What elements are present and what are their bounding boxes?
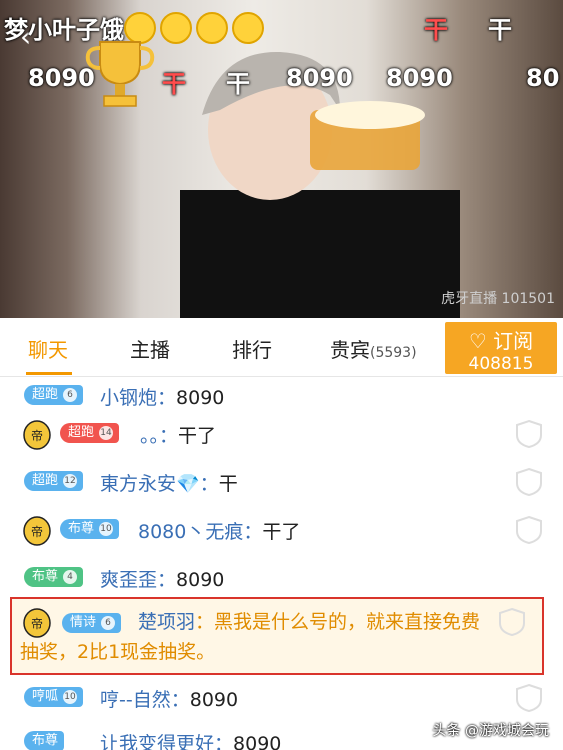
- tab-chat[interactable]: 聊天: [28, 334, 68, 363]
- highlight-line-2: 抽奖，2比1现金抽奖。: [20, 641, 216, 663]
- video-player[interactable]: ‹ 梦小叶子饿 8090 干 干 8090 8090 80 干 干 虎牙直播 1…: [0, 0, 563, 318]
- shield-icon: [516, 683, 542, 713]
- chat-text: 干了: [178, 425, 217, 447]
- chat-username[interactable]: 小钢炮：8090: [100, 383, 224, 410]
- chat-username[interactable]: 東方永安💎：干: [100, 469, 238, 496]
- chat-text: 干了: [262, 521, 301, 543]
- shield-icon: [516, 467, 542, 497]
- chat-username[interactable]: 。。：干了: [140, 421, 216, 448]
- emoji-icon: [160, 12, 192, 44]
- subscriber-count: 408815: [468, 354, 534, 374]
- danmaku: 干: [226, 70, 250, 98]
- noble-badge: 超跑 6: [24, 385, 84, 405]
- tab-ranking[interactable]: 排行: [232, 334, 272, 363]
- tab-vip-label: 贵宾: [330, 338, 370, 362]
- chat-message: 帝 超跑 14 。。：干了: [0, 415, 563, 455]
- chat-message: 超跑 12 東方永安💎：干: [0, 463, 563, 503]
- chat-text: 8090: [189, 689, 239, 711]
- danmaku: 8090: [28, 64, 95, 92]
- chat-text: 8090: [176, 569, 225, 591]
- chat-message: 帝 布尊 10 8080丶无痕：干了: [0, 511, 563, 551]
- chat-username[interactable]: 楚项羽: [138, 611, 195, 633]
- vip-avatar-icon: 帝: [23, 420, 51, 450]
- danmaku: 干: [424, 16, 448, 44]
- noble-badge: 布尊 10: [60, 519, 120, 539]
- chat-text: 黑我是什么号的，就来直接免费: [214, 611, 481, 633]
- noble-badge: 超跑 14: [60, 423, 120, 443]
- noble-badge: 布尊: [24, 731, 65, 750]
- danmaku: 干: [488, 16, 512, 44]
- chat-text: 8090: [233, 733, 282, 750]
- platform-watermark: 虎牙直播 101501: [441, 291, 555, 307]
- vip-avatar-icon: 帝: [23, 516, 51, 546]
- chat-username[interactable]: 哼--自然：8090: [100, 685, 238, 712]
- vip-avatar-icon: 帝: [23, 608, 51, 638]
- noble-badge: 超跑 12: [24, 471, 84, 491]
- emoji-icon: [196, 12, 228, 44]
- chat-message: 哼呱 10 哼--自然：8090: [0, 679, 563, 719]
- danmaku: 80: [526, 64, 560, 92]
- chat-list[interactable]: 超跑 6 小钢炮：8090 帝 超跑 14 。。：干了 超跑 12 東方永安💎：干 帝…: [0, 377, 563, 750]
- chat-text: 8090: [176, 387, 225, 409]
- svg-text:帝: 帝: [31, 428, 43, 443]
- active-tab-indicator: [26, 372, 72, 375]
- chat-username[interactable]: 8080丶无痕：干了: [138, 517, 300, 544]
- noble-badge: 情诗 6: [62, 613, 122, 633]
- vip-count: (5593): [370, 345, 417, 361]
- noble-badge: 哼呱 10: [24, 687, 84, 707]
- shield-icon: [499, 607, 525, 637]
- chat-username[interactable]: 让我变得更好：8090: [100, 729, 281, 750]
- tab-vip[interactable]: 贵宾(5593): [330, 334, 417, 363]
- chat-username[interactable]: 爽歪歪：8090: [100, 565, 224, 592]
- danmaku: 8090: [286, 64, 353, 92]
- shield-icon: [516, 515, 542, 545]
- highlighted-chat-message: 帝 情诗 6 楚项羽：黑我是什么号的，就来直接免费 抽奖，2比1现金抽奖。: [10, 597, 544, 675]
- svg-text:帝: 帝: [31, 524, 43, 539]
- noble-badge: 布尊 4: [24, 567, 84, 587]
- chat-message: 超跑 6 小钢炮：8090: [0, 377, 563, 417]
- subscribe-button[interactable]: ♡ 订阅 408815: [445, 322, 557, 374]
- danmaku: 干: [162, 70, 186, 98]
- shield-icon: [516, 419, 542, 449]
- svg-text:帝: 帝: [31, 616, 43, 631]
- chat-text: 干: [218, 473, 238, 495]
- subscribe-label: 订阅: [493, 329, 534, 353]
- chat-message: 布尊 4 爽歪歪：8090: [0, 559, 563, 599]
- emoji-icon: [232, 12, 264, 44]
- source-watermark: 头条 @游戏城会玩: [432, 723, 549, 739]
- heart-plus-icon: ♡: [468, 329, 487, 353]
- danmaku: 8090: [386, 64, 453, 92]
- tab-streamer[interactable]: 主播: [130, 334, 170, 363]
